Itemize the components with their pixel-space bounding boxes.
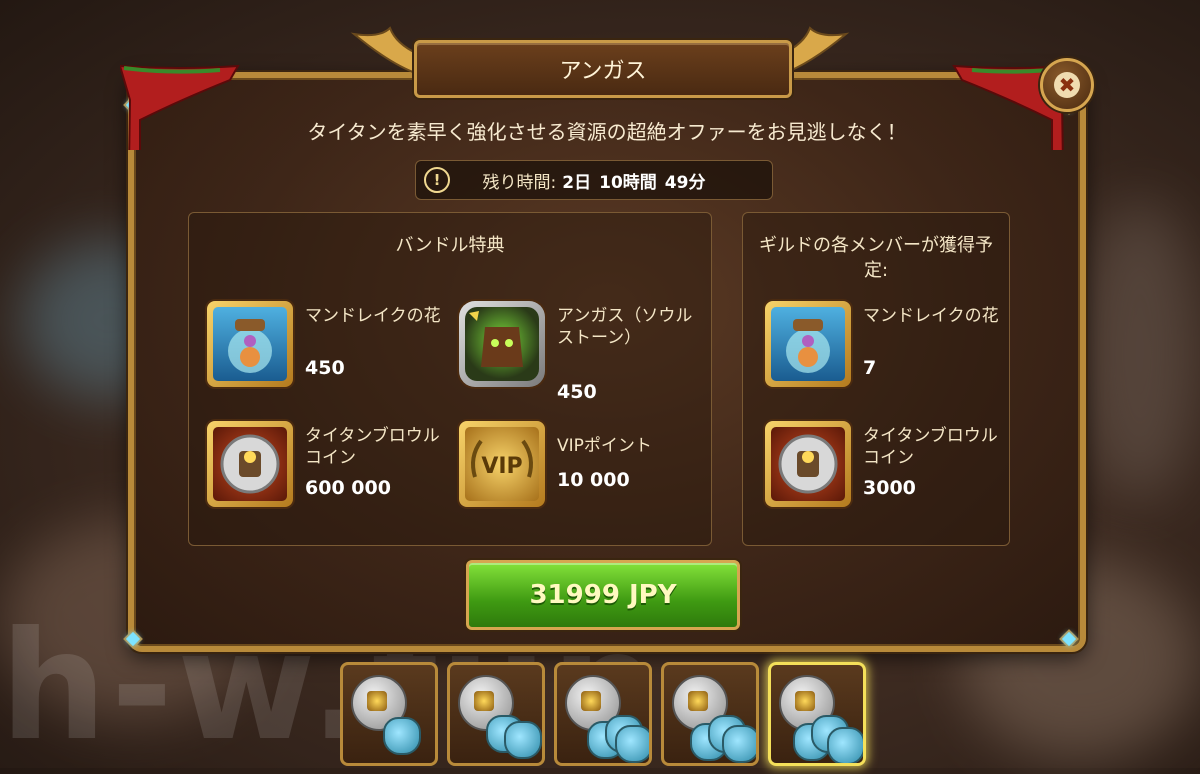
bundle-item-angus-soulstone: アンガス（ソウルストーン） 450	[459, 301, 709, 421]
item-amount: 7	[863, 357, 877, 379]
mandrake-flower-jar-icon[interactable]	[207, 301, 293, 387]
timer-hours: 10時間	[599, 172, 657, 193]
item-label: マンドレイクの花	[305, 306, 441, 326]
guild-item-mandrake: マンドレイクの花 7	[765, 301, 1005, 397]
vip-points-icon[interactable]: VIP	[459, 421, 545, 507]
close-icon: ✖	[1054, 72, 1080, 98]
mandrake-flower-jar-icon[interactable]	[765, 301, 851, 387]
titan-brawl-coin-icon[interactable]	[207, 421, 293, 507]
offer-subtitle: タイタンを素早く強化させる資源の超絶オファーをお見逃しなく！	[307, 120, 907, 144]
mandrake-jar-icon	[504, 721, 542, 759]
item-label: タイタンブロウルコイン	[305, 426, 440, 468]
timer-minutes: 49分	[664, 172, 706, 193]
titan-brawl-coin-icon[interactable]	[765, 421, 851, 507]
item-label: マンドレイクの花	[863, 306, 999, 326]
svg-text:VIP: VIP	[481, 454, 522, 479]
offer-tab-3[interactable]	[554, 662, 652, 766]
item-label: VIPポイント	[557, 436, 652, 456]
timer-label: 残り時間:	[482, 172, 557, 193]
offer-tier-tabs	[340, 662, 870, 768]
offer-tab-1[interactable]	[340, 662, 438, 766]
guild-title: ギルドの各メンバーが獲得予定:	[759, 235, 993, 281]
bundle-title: バンドル特典	[395, 235, 505, 256]
item-amount: 3000	[863, 477, 916, 499]
bundle-item-mandrake: マンドレイクの花 450	[207, 301, 447, 397]
mandrake-jar-icon	[383, 717, 421, 755]
dialog-title: アンガス	[414, 40, 792, 98]
item-amount: 450	[557, 381, 597, 403]
close-button[interactable]: ✖	[1040, 58, 1094, 112]
buy-price-button[interactable]: 31999 JPY	[466, 560, 740, 630]
angus-soulstone-icon[interactable]	[459, 301, 545, 387]
timer-days: 2日	[562, 172, 592, 193]
item-amount: 450	[305, 357, 345, 379]
exclamation-icon: !	[424, 167, 450, 193]
mandrake-jar-icon	[827, 727, 863, 763]
item-amount: 10 000	[557, 469, 630, 491]
item-label: タイタンブロウルコイン	[863, 426, 998, 468]
remaining-time-bar: ! 残り時間: 2日 10時間 49分	[415, 160, 773, 200]
bundle-item-vip-points: VIP VIPポイント 10 000	[459, 421, 709, 517]
item-amount: 600 000	[305, 477, 391, 499]
offer-tab-5-selected[interactable]	[768, 662, 866, 766]
item-label: アンガス（ソウルストーン）	[557, 306, 693, 348]
bundle-item-titan-coin: タイタンブロウルコイン 600 000	[207, 421, 457, 517]
offer-tab-2[interactable]	[447, 662, 545, 766]
left-wing-ornament	[350, 26, 419, 76]
bundle-rewards-panel: バンドル特典 マンドレイクの花 450 アンガス（ソウルストーン） 450 タイ…	[188, 212, 712, 546]
guild-rewards-panel: ギルドの各メンバーが獲得予定: マンドレイクの花 7 タイタンブロウルコイン 3…	[742, 212, 1010, 546]
offer-tab-4[interactable]	[661, 662, 759, 766]
mandrake-jar-icon	[615, 725, 649, 763]
mandrake-jar-icon	[722, 725, 756, 763]
guild-item-titan-coin: タイタンブロウルコイン 3000	[765, 421, 1005, 517]
